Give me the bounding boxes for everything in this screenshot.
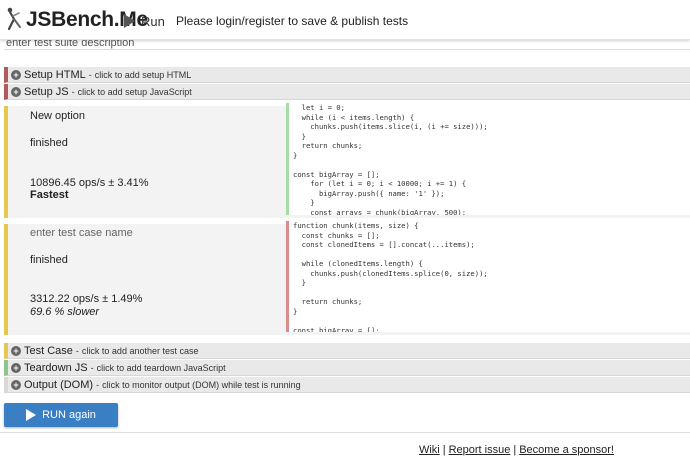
setup-js-title: Setup JS	[24, 85, 69, 98]
teardown-js-dash: -	[90, 362, 94, 373]
code-editor[interactable]: let i = 0; while (i < items.length) { ch…	[286, 103, 690, 215]
test-case-name-input[interactable]: enter test case name	[30, 227, 133, 239]
setup-js-bar[interactable]: + Setup JS - click to add setup JavaScri…	[4, 84, 690, 100]
code-line: const clonedItems = [].concat(...items);	[293, 240, 475, 249]
setup-html-hint: click to add setup HTML	[94, 69, 192, 80]
code-line: const bigArray = [];	[293, 325, 380, 333]
report-issue-link[interactable]: Report issue	[449, 444, 511, 456]
plus-circle-icon: +	[11, 362, 21, 373]
plus-circle-icon: +	[11, 86, 21, 97]
footer-divider	[0, 432, 690, 433]
code-line: ​	[293, 288, 690, 298]
jsbench-logo-icon[interactable]	[6, 7, 22, 31]
output-dom-hint: click to monitor output (DOM) while test…	[102, 379, 301, 390]
test-status: finished	[30, 137, 68, 149]
code-line: const chunks = [];	[293, 230, 380, 240]
top-bar: JSBench.Me Run Please login/register to …	[0, 0, 690, 40]
setup-js-hint: click to add setup JavaScript	[77, 86, 192, 97]
code-line: for (let i = 0; i < 10000; i += 1) {	[293, 179, 467, 188]
code-line: ​	[293, 160, 690, 170]
setup-html-bar[interactable]: + Setup HTML - click to add setup HTML	[4, 67, 690, 83]
code-editor[interactable]: function chunk(items, size) { const chun…	[286, 221, 690, 332]
divider	[4, 49, 690, 50]
wiki-link[interactable]: Wiki	[419, 444, 440, 456]
setup-html-dash: -	[88, 69, 92, 80]
code-line: ​	[293, 316, 690, 326]
sponsor-link[interactable]: Become a sponsor!	[519, 444, 614, 456]
setup-js-dash: -	[71, 86, 75, 97]
plus-circle-icon: +	[11, 69, 21, 80]
code-line: let i = 0;	[293, 103, 345, 112]
ops-per-second: 3312.22 ops/s ± 1.49%	[30, 293, 143, 305]
code-line: }	[293, 198, 315, 207]
code-line: chunks.push(items.slice(i, (i += size)))…	[293, 122, 488, 131]
code-line: while (i < items.length) {	[293, 112, 415, 122]
code-line: while (clonedItems.length) {	[293, 259, 423, 268]
footer-separator: |	[442, 444, 446, 456]
code-line: }	[293, 306, 298, 316]
code-line: }	[293, 131, 306, 141]
test-case-name-input[interactable]: New option	[30, 110, 85, 122]
test-case-1-info: New option finished 10896.45 ops/s ± 3.4…	[12, 106, 284, 218]
run-again-button[interactable]: RUN again	[4, 403, 118, 427]
ops-per-second: 10896.45 ops/s ± 3.41%	[30, 177, 149, 189]
run-label: Run	[141, 13, 165, 29]
code-line: }	[293, 150, 298, 160]
test-case-dash: -	[75, 345, 79, 356]
plus-circle-icon: +	[11, 379, 21, 390]
result-verdict: Fastest	[30, 189, 69, 201]
test-status: finished	[30, 254, 68, 266]
result-verdict: 69.6 % slower	[30, 306, 100, 318]
code-line: ​	[293, 250, 690, 260]
code-line: chunks.push(clonedItems.splice(0, size))…	[293, 268, 488, 278]
footer-links: Wiki | Report issue | Become a sponsor!	[419, 444, 614, 456]
footer-separator: |	[513, 444, 517, 456]
test-case-2-info: enter test case name finished 3312.22 op…	[12, 224, 284, 335]
code-line: const arrays = chunk(bigArray, 500);	[293, 207, 467, 216]
code-line: }	[293, 278, 306, 287]
test-case-hint: click to add another test case	[81, 345, 199, 356]
add-test-case-bar[interactable]: + Test Case - click to add another test …	[4, 343, 690, 359]
output-dom-dash: -	[96, 379, 100, 390]
run-again-label: RUN again	[42, 409, 96, 421]
test-case-2: enter test case name finished 3312.22 op…	[4, 221, 690, 335]
code-line: const bigArray = [];	[293, 169, 380, 179]
code-line: return chunks;	[293, 141, 363, 150]
teardown-js-bar[interactable]: + Teardown JS - click to add teardown Ja…	[4, 360, 690, 376]
teardown-js-hint: click to add teardown JavaScript	[96, 362, 226, 373]
test-case-1: New option finished 10896.45 ops/s ± 3.4…	[4, 103, 690, 218]
code-line: return chunks;	[293, 297, 363, 306]
run-button[interactable]: Run	[124, 12, 165, 30]
play-icon	[124, 14, 135, 28]
code-line: function chunk(items, size) {	[293, 221, 419, 230]
output-dom-title: Output (DOM)	[24, 378, 94, 391]
output-dom-bar[interactable]: + Output (DOM) - click to monitor output…	[4, 377, 690, 393]
login-message[interactable]: Please login/register to save & publish …	[176, 14, 408, 28]
teardown-js-title: Teardown JS	[24, 361, 88, 374]
play-icon	[26, 409, 37, 421]
test-case-title: Test Case	[24, 344, 73, 357]
setup-html-title: Setup HTML	[24, 68, 86, 81]
plus-circle-icon: +	[11, 345, 21, 356]
code-line: bigArray.push({ name: '1' });	[293, 188, 445, 198]
